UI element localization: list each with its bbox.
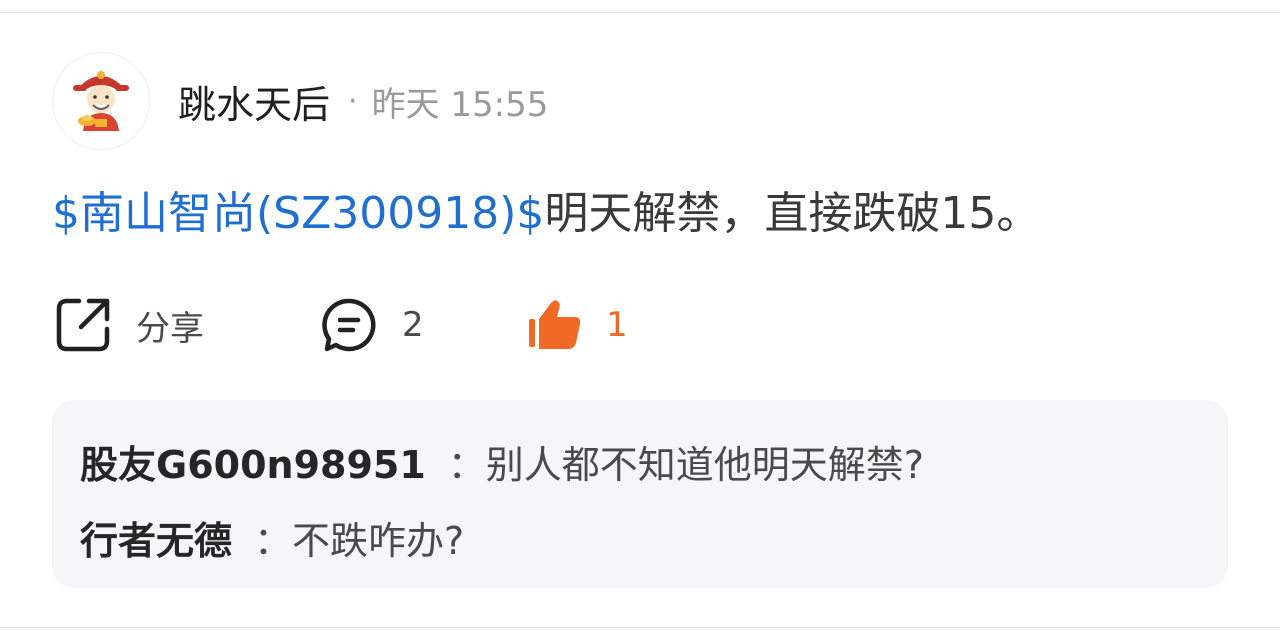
caishen-avatar-icon[interactable]: [52, 52, 150, 150]
top-divider: [0, 12, 1280, 13]
comment-text: 不跌咋办?: [292, 519, 465, 563]
comment-text: 别人都不知道他明天解禁?: [485, 443, 924, 487]
comment-item[interactable]: 行者无德 ： 不跌咋办?: [80, 510, 464, 565]
comment-author[interactable]: 股友G600n98951: [80, 434, 426, 489]
post-header: 跳水天后 · 昨天 15:55: [52, 52, 548, 150]
post-text: 明天解禁，直接跌破15。: [544, 188, 1041, 239]
thumbs-up-icon: [524, 294, 586, 356]
comment-button[interactable]: 2: [318, 294, 524, 356]
post-content: $南山智尚(SZ300918)$明天解禁，直接跌破15。: [52, 182, 1040, 246]
bottom-divider: [0, 627, 1280, 628]
post-actions: 分享 2 1: [52, 294, 628, 356]
like-button[interactable]: 1: [524, 294, 628, 356]
share-button[interactable]: 分享: [52, 294, 318, 356]
comments-preview[interactable]: 股友G600n98951 ： 别人都不知道他明天解禁? 行者无德 ： 不跌咋办?: [52, 400, 1228, 588]
share-icon: [52, 294, 114, 356]
comment-icon: [318, 294, 380, 356]
stock-tag-link[interactable]: $南山智尚(SZ300918)$: [52, 188, 544, 239]
meta-separator: ·: [348, 83, 358, 119]
comment-author[interactable]: 行者无德: [80, 510, 232, 565]
share-label: 分享: [136, 308, 204, 349]
comment-separator: ：: [447, 443, 486, 487]
post-timestamp: 昨天 15:55: [371, 84, 549, 125]
like-count: 1: [606, 305, 628, 345]
comment-item[interactable]: 股友G600n98951 ： 别人都不知道他明天解禁?: [80, 434, 924, 489]
comment-count: 2: [402, 305, 424, 345]
comment-separator: ：: [254, 519, 293, 563]
author-name[interactable]: 跳水天后: [178, 74, 330, 129]
